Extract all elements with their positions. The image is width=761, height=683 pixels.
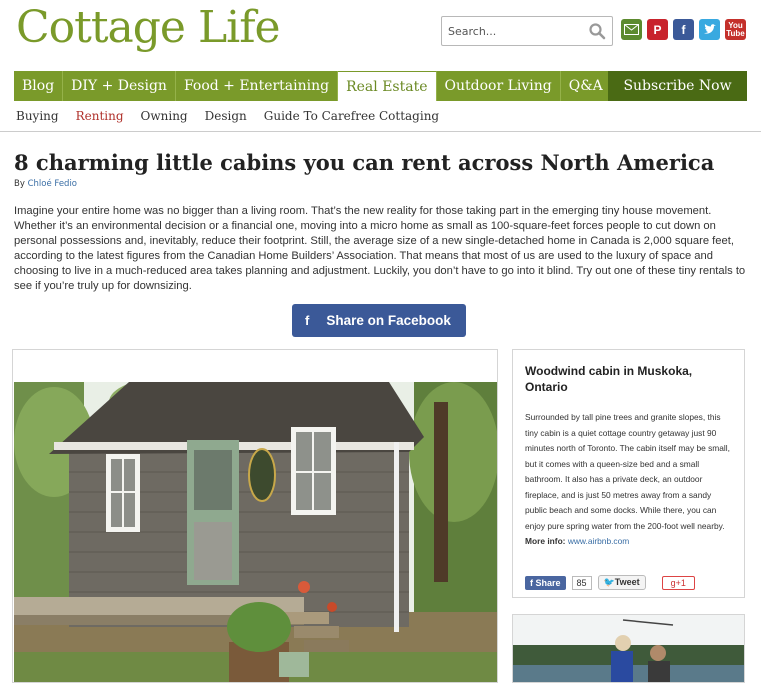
youtube-icon[interactable]: You Tube (725, 19, 746, 40)
pinterest-icon[interactable]: P (647, 19, 668, 40)
tweet-label: Tweet (614, 577, 640, 587)
next-listing-photo[interactable] (512, 614, 745, 683)
listing-title: Woodwind cabin in Muskoka, Ontario (525, 364, 693, 394)
nav-item-blog[interactable]: Blog (14, 71, 64, 101)
nav-item-real-estate[interactable]: Real Estate (338, 71, 437, 101)
subnav-item-owning[interactable]: Owning (141, 109, 188, 123)
twitter-icon: 🐦 (603, 577, 615, 587)
more-info-label: More info: (525, 536, 566, 546)
nav-item-food-entertaining[interactable]: Food + Entertaining (176, 71, 339, 101)
listing-card: Woodwind cabin in Muskoka, Ontario Surro… (512, 349, 745, 598)
more-info-link[interactable]: www.airbnb.com (568, 536, 629, 546)
author-link[interactable]: Chloé Fedio (28, 179, 77, 189)
nav-item-outdoor-living[interactable]: Outdoor Living (437, 71, 561, 101)
subnav-item-design[interactable]: Design (205, 109, 247, 123)
facebook-icon[interactable]: f (673, 19, 694, 40)
subnav-item-guide[interactable]: Guide To Carefree Cottaging (264, 109, 439, 123)
google-plus-label: +1 (675, 577, 686, 588)
mail-icon[interactable] (621, 19, 642, 40)
subnav-item-buying[interactable]: Buying (16, 109, 59, 123)
facebook-icon: f (305, 313, 310, 328)
article-title: 8 charming little cabins you can rent ac… (14, 150, 715, 175)
facebook-share-button[interactable]: f Share (525, 575, 566, 590)
social-links: P f You Tube (621, 19, 746, 40)
byline: By Chloé Fedio (14, 179, 77, 189)
main-nav: Blog DIY + Design Food + Entertaining Re… (14, 71, 747, 101)
search-icon[interactable] (588, 22, 606, 40)
nav-item-diy-design[interactable]: DIY + Design (63, 71, 176, 101)
share-on-facebook-button[interactable]: f Share on Facebook (292, 304, 466, 337)
cabin-photo (12, 349, 498, 683)
search-input[interactable]: Search... (441, 16, 613, 46)
listing-description: Surrounded by tall pine trees and granit… (525, 410, 732, 550)
nav-item-qa[interactable]: Q&A (561, 71, 612, 101)
share-count: 85 (571, 575, 592, 590)
share-on-facebook-label: Share on Facebook (326, 313, 451, 328)
subnav-item-renting[interactable]: Renting (76, 109, 124, 123)
tweet-button[interactable]: 🐦Tweet (597, 575, 646, 590)
sub-nav: Buying Renting Owning Design Guide To Ca… (16, 109, 456, 123)
article-intro: Imagine your entire home was no bigger t… (14, 205, 746, 292)
subscribe-button[interactable]: Subscribe Now (608, 71, 747, 101)
share-row: f Share 85 🐦Tweet g+1 (525, 575, 695, 590)
search-placeholder: Search... (448, 24, 497, 38)
cabin-photo-image (14, 382, 497, 682)
subnav-divider (0, 131, 761, 132)
next-listing-image (513, 615, 744, 682)
google-plus-button[interactable]: g+1 (661, 575, 695, 590)
byline-prefix: By (14, 179, 25, 189)
listing-text: Surrounded by tall pine trees and granit… (525, 412, 730, 531)
twitter-icon[interactable] (699, 19, 720, 40)
site-logo[interactable]: Cottage Life (16, 2, 281, 53)
facebook-share-label: Share (535, 577, 561, 588)
